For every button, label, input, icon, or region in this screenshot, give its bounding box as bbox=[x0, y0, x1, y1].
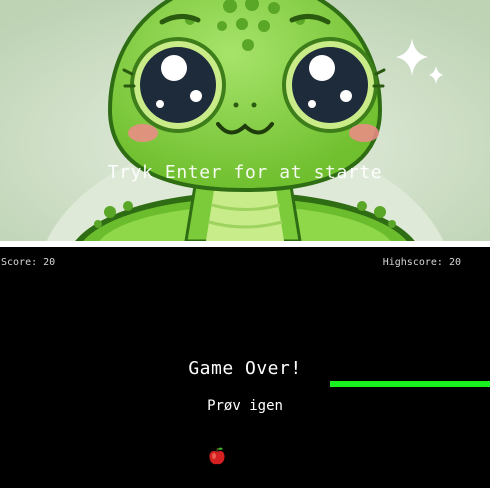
turtle-mascot-icon bbox=[0, 0, 490, 241]
retry-button[interactable]: Prøv igen bbox=[207, 398, 283, 414]
retry-button-row: Prøv igen bbox=[0, 395, 490, 414]
game-board[interactable]: Score: 20 Highscore: 20 Game Over! Prøv … bbox=[0, 247, 490, 488]
apple-icon bbox=[209, 447, 225, 465]
title-screen[interactable]: Tryk Enter for at starte bbox=[0, 0, 490, 241]
start-prompt: Tryk Enter for at starte bbox=[107, 162, 383, 183]
snake-body bbox=[330, 381, 490, 387]
score-label: Score: 20 bbox=[1, 257, 56, 268]
game-over-title: Game Over! bbox=[188, 358, 302, 379]
highscore-label: Highscore: 20 bbox=[382, 257, 461, 268]
